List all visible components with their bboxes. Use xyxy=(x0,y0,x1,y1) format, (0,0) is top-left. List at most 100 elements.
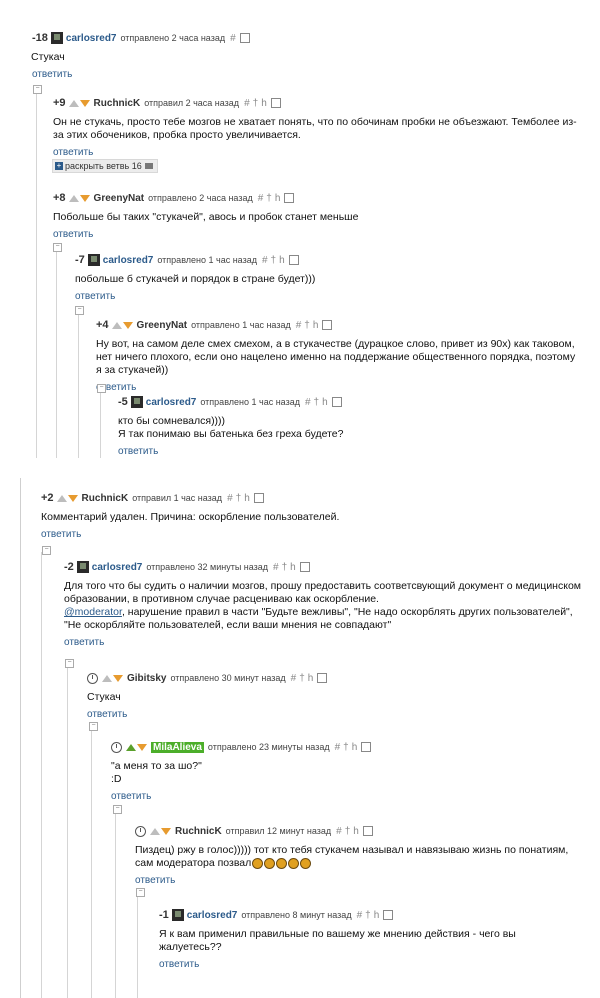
upvote-icon[interactable] xyxy=(56,494,67,502)
collapse-toggle[interactable]: − xyxy=(89,722,98,731)
save-icon[interactable] xyxy=(253,492,264,503)
comment-author[interactable]: RuchnicK xyxy=(94,98,141,109)
vote-arrows[interactable] xyxy=(150,827,171,835)
collapse-toggle[interactable]: − xyxy=(136,888,145,897)
collapse-toggle[interactable]: − xyxy=(65,659,74,668)
permalink-icon[interactable]: # xyxy=(291,673,300,684)
collapse-toggle[interactable]: − xyxy=(97,384,106,393)
branch-icon[interactable]: h xyxy=(244,493,253,504)
permalink-icon[interactable]: # xyxy=(357,910,366,921)
comment-author[interactable]: RuchnicK xyxy=(82,493,129,504)
reply-link[interactable]: ответить xyxy=(53,229,93,240)
reply-link[interactable]: ответить xyxy=(135,875,175,886)
comment-author[interactable]: carlosred7 xyxy=(187,910,238,921)
branch-icon[interactable]: h xyxy=(313,320,322,331)
reply-link[interactable]: ответить xyxy=(75,291,115,302)
avatar[interactable] xyxy=(76,561,89,573)
collapse-toggle[interactable]: − xyxy=(113,805,122,814)
branch-icon[interactable]: h xyxy=(308,673,317,684)
reply-link[interactable]: ответить xyxy=(64,637,104,648)
collapse-toggle[interactable]: − xyxy=(75,306,84,315)
upvote-icon[interactable] xyxy=(150,827,160,835)
branch-icon[interactable]: h xyxy=(322,397,331,408)
save-icon[interactable] xyxy=(288,254,299,265)
downvote-icon[interactable] xyxy=(79,194,90,202)
reply-link[interactable]: ответить xyxy=(118,446,158,457)
save-icon[interactable] xyxy=(270,97,281,108)
comment-author[interactable]: Gibitsky xyxy=(127,673,166,684)
avatar[interactable] xyxy=(171,909,184,921)
dagger-icon[interactable]: † xyxy=(282,562,291,573)
dagger-icon[interactable]: † xyxy=(345,826,354,837)
branch-icon[interactable]: h xyxy=(352,742,361,753)
downvote-icon[interactable] xyxy=(79,99,90,107)
vote-arrows[interactable] xyxy=(102,674,123,682)
save-icon[interactable] xyxy=(299,561,310,572)
save-icon[interactable] xyxy=(383,909,394,920)
permalink-icon[interactable]: # xyxy=(296,320,305,331)
permalink-icon[interactable]: # xyxy=(336,826,345,837)
collapse-toggle[interactable]: − xyxy=(33,85,42,94)
dagger-icon[interactable]: † xyxy=(236,493,245,504)
downvote-icon[interactable] xyxy=(67,494,78,502)
vote-arrows[interactable] xyxy=(126,743,147,751)
comment-author[interactable]: carlosred7 xyxy=(92,562,143,573)
comment-author[interactable]: carlosred7 xyxy=(146,397,197,408)
permalink-icon[interactable]: # xyxy=(227,493,236,504)
vote-arrows[interactable] xyxy=(111,321,133,329)
save-icon[interactable] xyxy=(361,741,372,752)
permalink-icon[interactable]: # xyxy=(305,397,314,408)
downvote-icon[interactable] xyxy=(122,321,133,329)
moderator-mention-link[interactable]: @moderator xyxy=(64,606,122,618)
vote-arrows[interactable] xyxy=(56,494,78,502)
dagger-icon[interactable]: † xyxy=(304,320,313,331)
reply-link[interactable]: ответить xyxy=(159,959,199,970)
dagger-icon[interactable]: † xyxy=(343,742,352,753)
comment-author[interactable]: GreenyNat xyxy=(94,193,145,204)
dagger-icon[interactable]: † xyxy=(365,910,374,921)
dagger-icon[interactable]: † xyxy=(271,255,280,266)
downvote-icon[interactable] xyxy=(161,827,171,835)
branch-icon[interactable]: h xyxy=(290,562,299,573)
save-icon[interactable] xyxy=(362,825,373,836)
permalink-icon[interactable]: # xyxy=(262,255,271,266)
reply-link[interactable]: ответить xyxy=(87,709,127,720)
comment-author[interactable]: carlosred7 xyxy=(66,33,117,44)
upvote-icon[interactable] xyxy=(111,321,122,329)
expand-branch-button[interactable]: + раскрыть ветвь 16 xyxy=(52,159,158,173)
save-icon[interactable] xyxy=(239,32,250,43)
avatar[interactable] xyxy=(130,396,143,408)
vote-arrows[interactable] xyxy=(68,99,90,107)
branch-icon[interactable]: h xyxy=(275,193,284,204)
reply-link[interactable]: ответить xyxy=(41,529,81,540)
branch-icon[interactable]: h xyxy=(353,826,362,837)
downvote-icon[interactable] xyxy=(113,674,123,682)
dagger-icon[interactable]: † xyxy=(266,193,275,204)
save-icon[interactable] xyxy=(331,396,342,407)
permalink-icon[interactable]: # xyxy=(230,33,239,44)
branch-icon[interactable]: h xyxy=(261,98,270,109)
upvote-icon[interactable] xyxy=(68,99,79,107)
upvote-icon[interactable] xyxy=(68,194,79,202)
save-icon[interactable] xyxy=(317,672,328,683)
save-icon[interactable] xyxy=(284,192,295,203)
permalink-icon[interactable]: # xyxy=(273,562,282,573)
comment-author[interactable]: GreenyNat xyxy=(137,320,188,331)
permalink-icon[interactable]: # xyxy=(258,193,267,204)
avatar[interactable] xyxy=(87,254,100,266)
avatar[interactable] xyxy=(50,32,63,44)
permalink-icon[interactable]: # xyxy=(335,742,344,753)
upvote-icon[interactable] xyxy=(102,674,112,682)
upvote-icon[interactable] xyxy=(126,743,136,751)
comment-author[interactable]: RuchnicK xyxy=(175,826,222,837)
collapse-toggle[interactable]: − xyxy=(53,243,62,252)
downvote-icon[interactable] xyxy=(137,743,147,751)
reply-link[interactable]: ответить xyxy=(53,147,93,158)
dagger-icon[interactable]: † xyxy=(253,98,262,109)
reply-link[interactable]: ответить xyxy=(32,69,72,80)
permalink-icon[interactable]: # xyxy=(244,98,253,109)
branch-icon[interactable]: h xyxy=(279,255,288,266)
vote-arrows[interactable] xyxy=(68,194,90,202)
save-icon[interactable] xyxy=(322,319,333,330)
collapse-toggle[interactable]: − xyxy=(42,546,51,555)
